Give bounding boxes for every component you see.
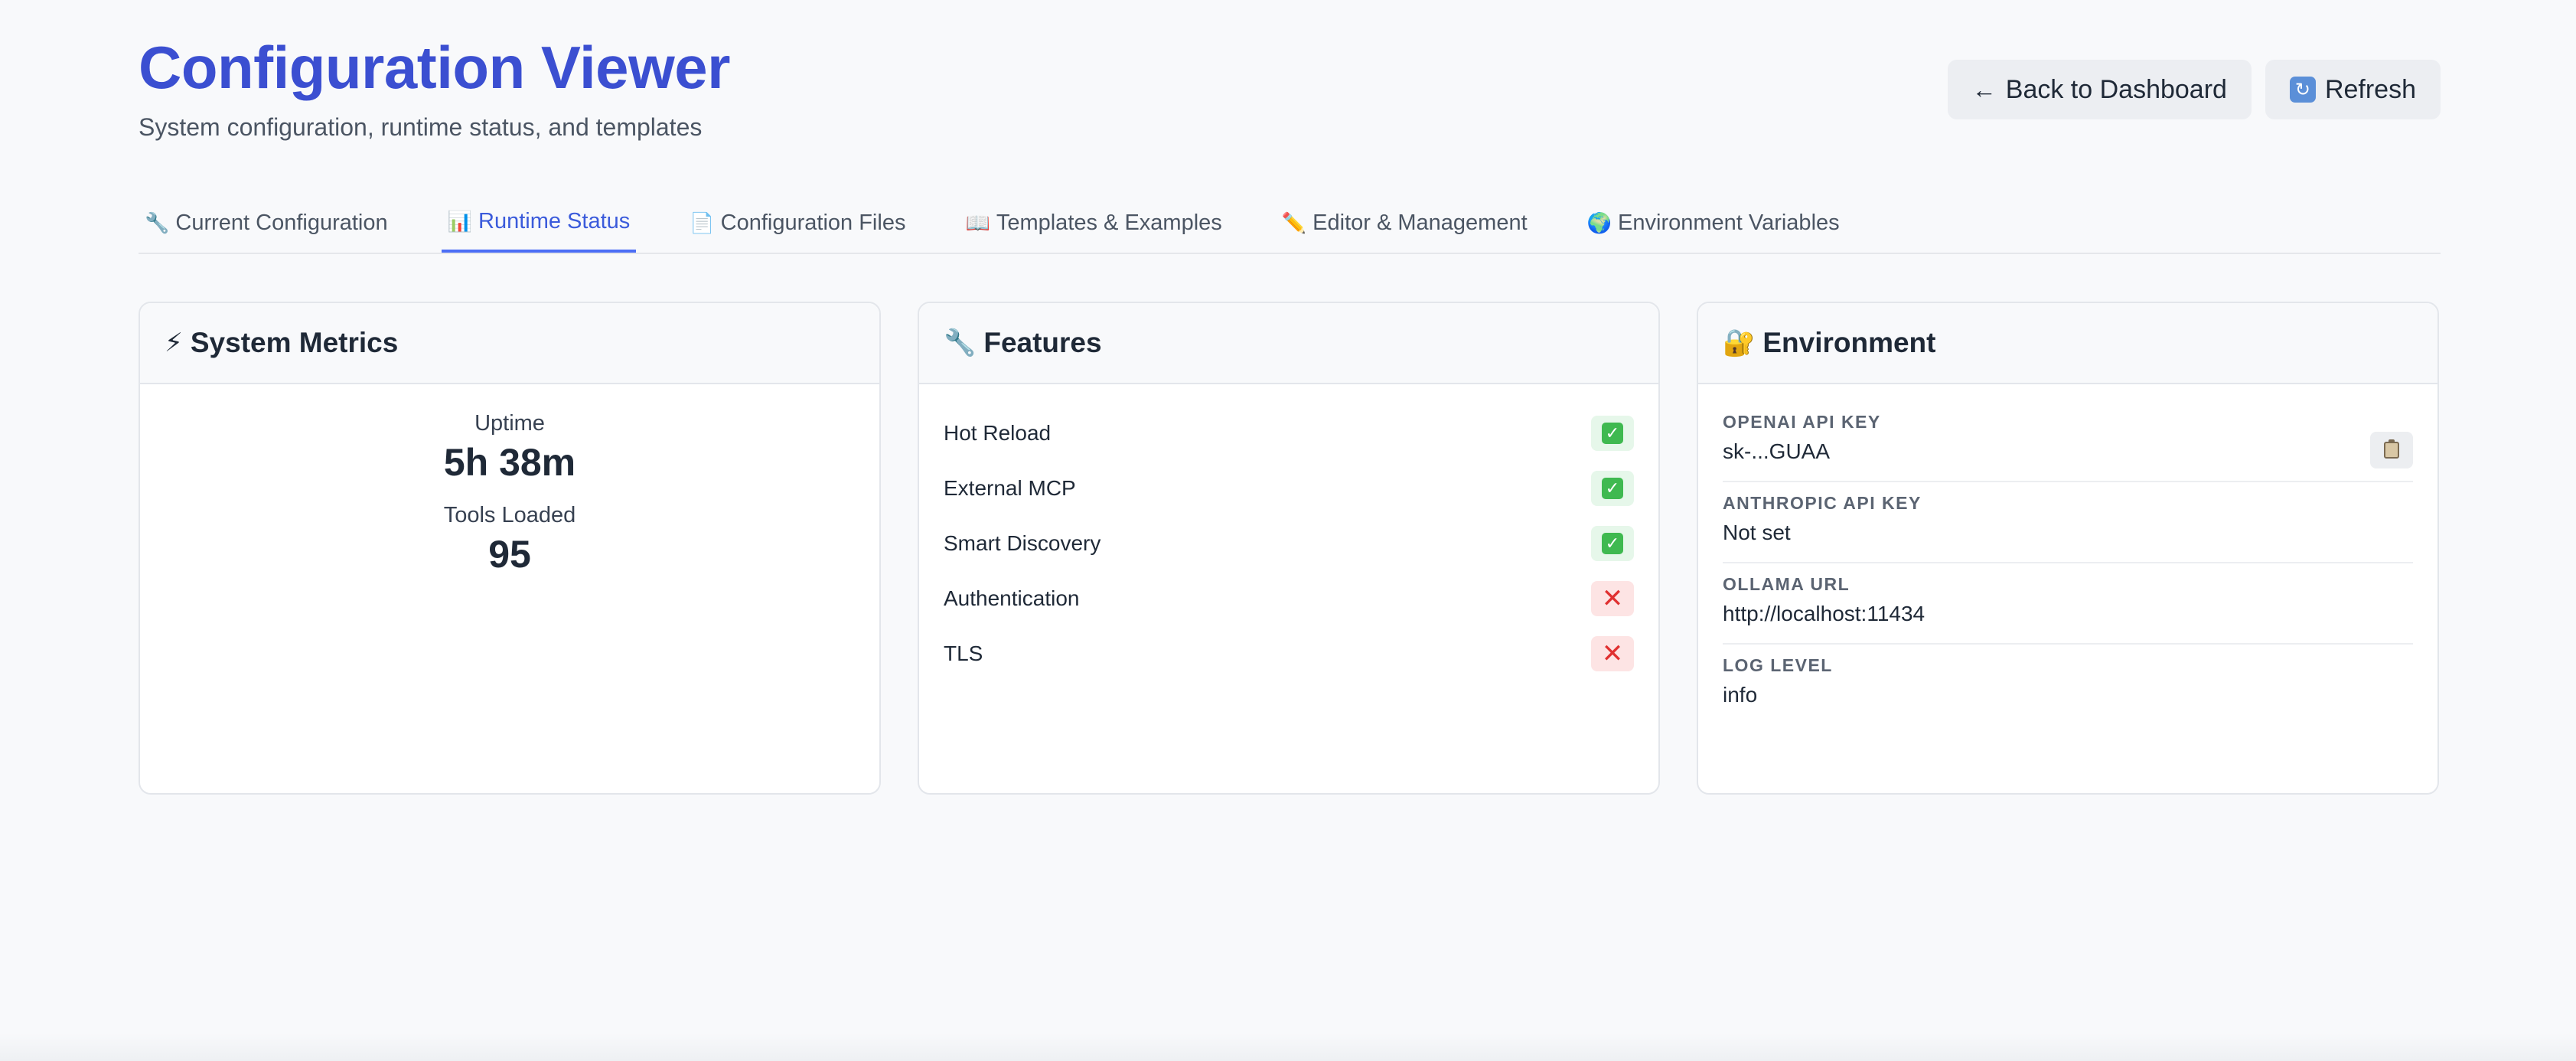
system-metrics-card: ⚡ System Metrics Uptime 5h 38m Tools Loa… [139,302,881,795]
env-list: OPENAI API KEY sk-...GUAA ANTHROPIC API … [1698,384,2437,724]
card-header: ⚡ System Metrics [140,303,879,384]
tab-bar: 🔧 Current Configuration 📊 Runtime Status… [139,193,2441,254]
uptime-label: Uptime [474,411,545,436]
refresh-icon: ↻ [2289,77,2316,103]
refresh-button-label: Refresh [2324,74,2416,104]
card-title: Environment [1762,327,1936,358]
card-header: 🔐 Environment [1698,303,2437,384]
tools-loaded-label: Tools Loaded [443,503,576,527]
enabled-badge: ✓ [1591,416,1634,451]
tab-label: Editor & Management [1312,210,1528,235]
wrench-icon: 🔧 [944,328,977,357]
back-button-label: Back to Dashboard [2005,74,2227,104]
wrench-icon: 🔧 [145,211,170,234]
tab-label: Templates & Examples [996,210,1222,235]
lock-key-icon: 🔐 [1723,328,1756,357]
clipboard-icon [2384,439,2399,459]
tools-loaded-value: 95 [488,533,531,576]
env-key: OPENAI API KEY [1723,412,1881,432]
uptime-value: 5h 38m [443,441,576,484]
arrow-left-icon: ← [1971,75,1997,103]
features-card: 🔧 Features Hot Reload ✓ External MCP ✓ S… [918,302,1660,795]
check-icon: ✓ [1602,533,1623,554]
environment-card: 🔐 Environment OPENAI API KEY sk-...GUAA … [1697,302,2439,795]
tab-current-configuration[interactable]: 🔧 Current Configuration [139,193,394,253]
env-value: info [1723,683,1758,707]
feature-name: Authentication [944,586,1080,610]
header-actions: ← Back to Dashboard ↻ Refresh [1947,60,2441,119]
card-title: Features [983,327,1102,358]
refresh-button[interactable]: ↻ Refresh [2265,60,2441,119]
env-row-log-level: LOG LEVEL info [1723,645,2413,724]
globe-icon: 🌍 [1586,211,1612,234]
status-cards: ⚡ System Metrics Uptime 5h 38m Tools Loa… [139,302,2441,795]
tab-runtime-status[interactable]: 📊 Runtime Status [441,193,637,253]
env-value: sk-...GUAA [1723,439,1831,463]
metrics-body: Uptime 5h 38m Tools Loaded 95 [140,384,879,579]
env-row-anthropic-api-key: ANTHROPIC API KEY Not set [1723,482,2413,563]
feature-row: Authentication ✕ [944,571,1634,626]
tab-templates-examples[interactable]: 📖 Templates & Examples [959,193,1228,253]
tab-label: Configuration Files [720,210,906,235]
check-icon: ✓ [1602,423,1623,444]
env-key: OLLAMA URL [1723,574,1850,594]
feature-row: External MCP ✓ [944,461,1634,516]
feature-name: TLS [944,641,983,665]
check-icon: ✓ [1602,478,1623,499]
feature-row: Hot Reload ✓ [944,406,1634,461]
cross-icon: ✕ [1591,636,1634,671]
card-title: System Metrics [190,327,399,358]
tab-configuration-files[interactable]: 📄 Configuration Files [683,193,911,253]
feature-list: Hot Reload ✓ External MCP ✓ Smart Discov… [919,384,1658,681]
tab-environment-variables[interactable]: 🌍 Environment Variables [1581,193,1846,253]
tab-editor-management[interactable]: ✏️ Editor & Management [1276,193,1534,253]
back-to-dashboard-button[interactable]: ← Back to Dashboard [1947,60,2252,119]
feature-name: Hot Reload [944,421,1052,445]
env-value: Not set [1723,521,1791,544]
page-bottom-shade [0,1033,2576,1061]
open-book-icon: 📖 [965,211,990,234]
feature-row: TLS ✕ [944,626,1634,681]
page-header: Configuration Viewer System configuratio… [139,0,2441,153]
env-key: LOG LEVEL [1723,655,1833,675]
feature-name: Smart Discovery [944,531,1101,555]
env-value: http://localhost:11434 [1723,602,1925,625]
page-container: Configuration Viewer System configuratio… [139,0,2441,795]
env-row-openai-api-key: OPENAI API KEY sk-...GUAA [1723,401,2413,482]
copy-button[interactable] [2370,432,2413,468]
tab-label: Current Configuration [175,210,388,235]
page-title: Configuration Viewer [139,34,730,101]
enabled-badge: ✓ [1591,526,1634,561]
pencil-icon: ✏️ [1281,211,1307,234]
tab-label: Runtime Status [478,208,631,233]
env-key: ANTHROPIC API KEY [1723,493,1922,513]
env-row-ollama-url: OLLAMA URL http://localhost:11434 [1723,563,2413,645]
bar-chart-icon: 📊 [447,209,473,233]
card-header: 🔧 Features [919,303,1658,384]
feature-row: Smart Discovery ✓ [944,516,1634,571]
page-subtitle: System configuration, runtime status, an… [139,113,703,141]
tab-label: Environment Variables [1618,210,1840,235]
lightning-icon: ⚡ [165,328,183,357]
feature-name: External MCP [944,476,1076,500]
enabled-badge: ✓ [1591,471,1634,506]
document-icon: 📄 [690,211,715,234]
cross-icon: ✕ [1591,581,1634,616]
